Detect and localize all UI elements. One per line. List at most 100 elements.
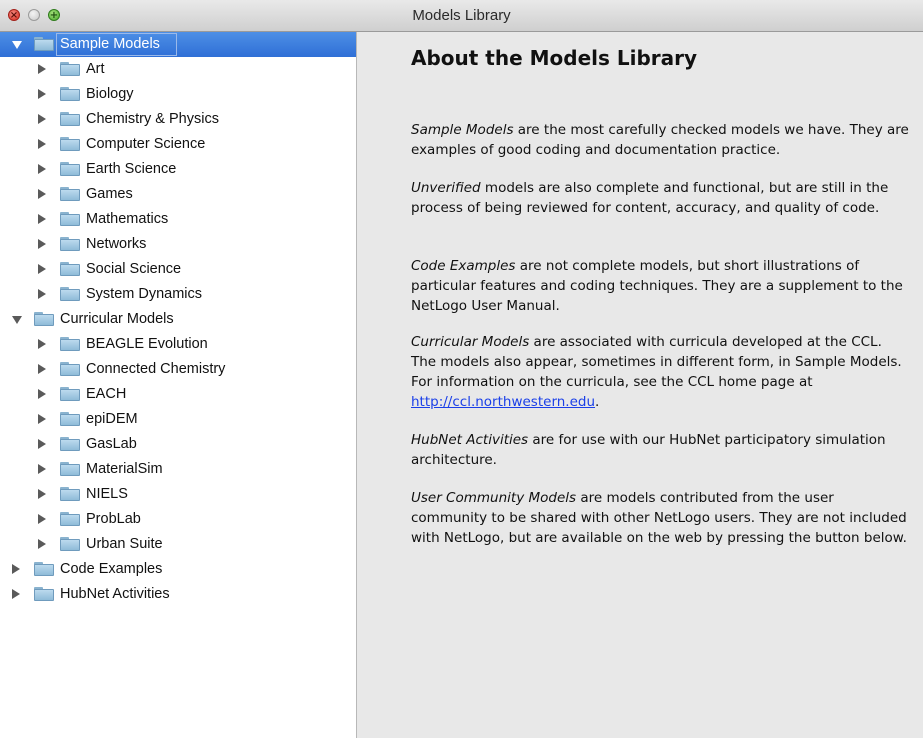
tree-item-epidem[interactable]: epiDEM (0, 407, 356, 432)
disclosure-collapsed-icon[interactable] (38, 264, 46, 274)
info-panel: About the Models Library Sample Models a… (357, 32, 923, 738)
disclosure-collapsed-icon[interactable] (12, 564, 20, 574)
tree-item-code-examples[interactable]: Code Examples (0, 557, 356, 582)
tree-item-label: MaterialSim (86, 461, 163, 477)
term-sample-models: Sample Models (411, 122, 514, 138)
disclosure-collapsed-icon[interactable] (38, 514, 46, 524)
folder-icon (60, 187, 80, 201)
tree-item-hubnet-activities[interactable]: HubNet Activities (0, 582, 356, 607)
tree-item-label: Urban Suite (86, 536, 163, 552)
folder-icon (34, 562, 54, 576)
term-hubnet-activities: HubNet Activities (411, 432, 529, 448)
disclosure-collapsed-icon[interactable] (38, 189, 46, 199)
tree-item-curricular-models[interactable]: Curricular Models (0, 307, 356, 332)
disclosure-collapsed-icon[interactable] (12, 589, 20, 599)
window-titlebar: × + Models Library (0, 0, 923, 32)
folder-icon (60, 87, 80, 101)
tree-item-biology[interactable]: Biology (0, 82, 356, 107)
disclosure-collapsed-icon[interactable] (38, 164, 46, 174)
tree-item-label: HubNet Activities (60, 586, 170, 602)
window-title: Models Library (412, 7, 511, 24)
folder-icon (60, 112, 80, 126)
tree-item-earth-science[interactable]: Earth Science (0, 157, 356, 182)
folder-icon (60, 387, 80, 401)
tree-item-each[interactable]: EACH (0, 382, 356, 407)
disclosure-collapsed-icon[interactable] (38, 214, 46, 224)
disclosure-collapsed-icon[interactable] (38, 114, 46, 124)
folder-icon (34, 587, 54, 601)
disclosure-collapsed-icon[interactable] (38, 439, 46, 449)
term-code-examples: Code Examples (411, 258, 516, 274)
disclosure-collapsed-icon[interactable] (38, 414, 46, 424)
info-paragraph-hubnet: HubNet Activities are for use with our H… (411, 430, 911, 470)
folder-icon (60, 137, 80, 151)
tree-item-label: ProbLab (86, 511, 141, 527)
tree-item-label: Curricular Models (60, 311, 174, 327)
paragraph-text-end: . (595, 394, 600, 410)
tree-item-label: Connected Chemistry (86, 361, 226, 377)
models-tree[interactable]: Sample Models Art Biology Chemistry & Ph… (0, 32, 357, 738)
disclosure-collapsed-icon[interactable] (38, 389, 46, 399)
folder-icon (60, 362, 80, 376)
ccl-link[interactable]: http://ccl.northwestern.edu (411, 394, 595, 410)
disclosure-expanded-icon[interactable] (12, 316, 22, 324)
folder-icon (60, 262, 80, 276)
tree-item-label: Earth Science (86, 161, 177, 177)
tree-item-label: epiDEM (86, 411, 138, 427)
tree-item-computer-science[interactable]: Computer Science (0, 132, 356, 157)
folder-icon (34, 37, 54, 51)
tree-item-beagle-evolution[interactable]: BEAGLE Evolution (0, 332, 356, 357)
tree-item-problab[interactable]: ProbLab (0, 507, 356, 532)
tree-item-label: Code Examples (60, 561, 163, 577)
term-user-community-models: User Community Models (411, 490, 577, 506)
info-paragraph-unverified: Unverified models are also complete and … (411, 178, 911, 218)
tree-item-label: Art (86, 61, 105, 77)
info-heading: About the Models Library (411, 46, 698, 70)
info-paragraph-sample-models: Sample Models are the most carefully che… (411, 120, 911, 160)
tree-item-label: EACH (86, 386, 127, 402)
disclosure-collapsed-icon[interactable] (38, 464, 46, 474)
tree-item-urban-suite[interactable]: Urban Suite (0, 532, 356, 557)
disclosure-collapsed-icon[interactable] (38, 289, 46, 299)
tree-item-label: BEAGLE Evolution (86, 336, 208, 352)
folder-icon (34, 312, 54, 326)
tree-item-games[interactable]: Games (0, 182, 356, 207)
tree-item-art[interactable]: Art (0, 57, 356, 82)
folder-icon (60, 212, 80, 226)
tree-item-niels[interactable]: NIELS (0, 482, 356, 507)
disclosure-collapsed-icon[interactable] (38, 64, 46, 74)
tree-item-label: Chemistry & Physics (86, 111, 219, 127)
info-paragraph-curricular-models: Curricular Models are associated with cu… (411, 332, 911, 412)
info-paragraph-code-examples: Code Examples are not complete models, b… (411, 256, 911, 316)
disclosure-collapsed-icon[interactable] (38, 539, 46, 549)
paragraph-text: models are also complete and functional,… (411, 180, 889, 216)
info-paragraph-user-community: User Community Models are models contrib… (411, 488, 911, 548)
disclosure-collapsed-icon[interactable] (38, 364, 46, 374)
disclosure-collapsed-icon[interactable] (38, 239, 46, 249)
term-curricular-models: Curricular Models (411, 334, 530, 350)
folder-icon (60, 162, 80, 176)
disclosure-collapsed-icon[interactable] (38, 339, 46, 349)
tree-item-gaslab[interactable]: GasLab (0, 432, 356, 457)
folder-icon (60, 62, 80, 76)
tree-item-label: NIELS (86, 486, 128, 502)
disclosure-collapsed-icon[interactable] (38, 139, 46, 149)
tree-item-materialsim[interactable]: MaterialSim (0, 457, 356, 482)
disclosure-collapsed-icon[interactable] (38, 489, 46, 499)
folder-icon (60, 437, 80, 451)
folder-icon (60, 462, 80, 476)
tree-item-connected-chemistry[interactable]: Connected Chemistry (0, 357, 356, 382)
tree-item-sample-models[interactable]: Sample Models (0, 32, 356, 57)
disclosure-expanded-icon[interactable] (12, 41, 22, 49)
folder-icon (60, 537, 80, 551)
tree-item-mathematics[interactable]: Mathematics (0, 207, 356, 232)
disclosure-collapsed-icon[interactable] (38, 89, 46, 99)
tree-item-social-science[interactable]: Social Science (0, 257, 356, 282)
tree-item-label: Social Science (86, 261, 182, 277)
tree-item-label: Mathematics (86, 211, 169, 227)
tree-item-networks[interactable]: Networks (0, 232, 356, 257)
tree-item-system-dynamics[interactable]: System Dynamics (0, 282, 356, 307)
folder-icon (60, 287, 80, 301)
tree-item-label: GasLab (86, 436, 137, 452)
tree-item-chemistry-physics[interactable]: Chemistry & Physics (0, 107, 356, 132)
